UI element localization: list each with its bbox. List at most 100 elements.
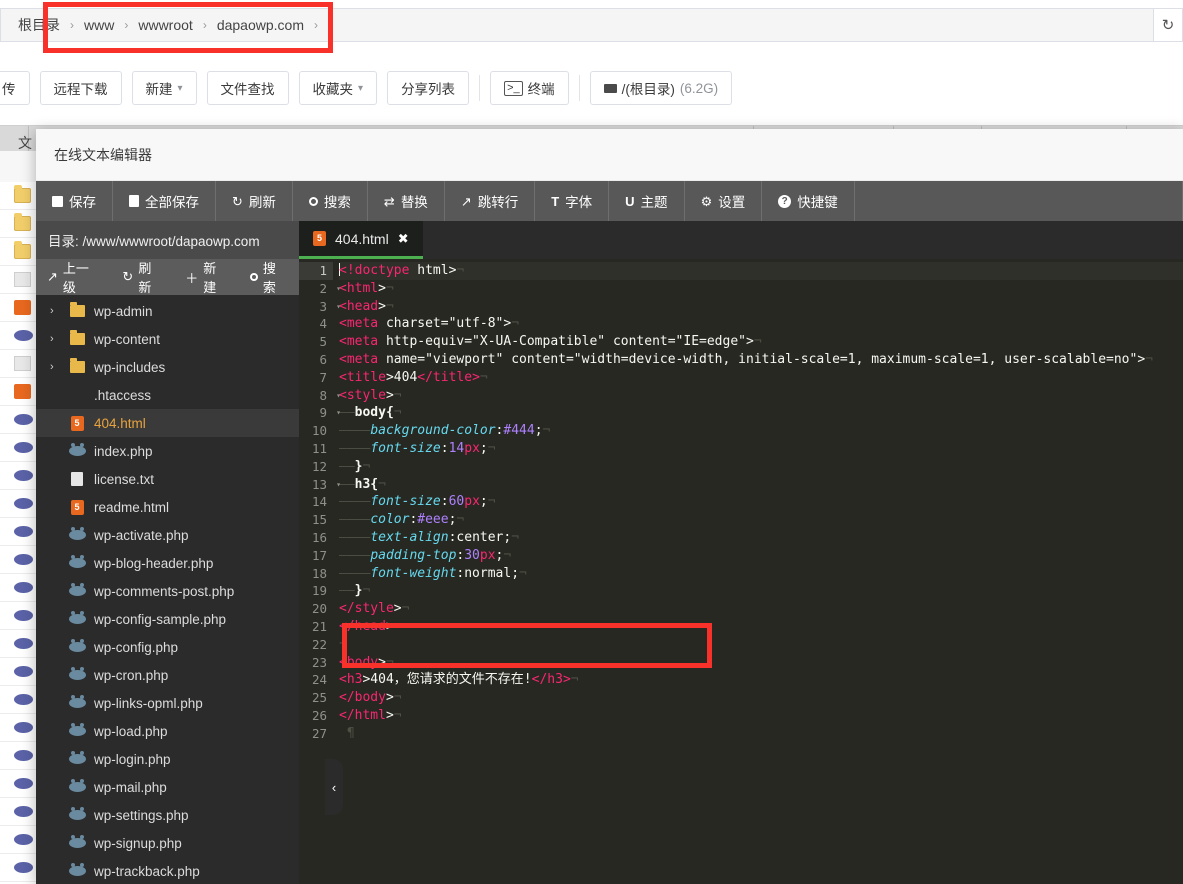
tree-item-label: wp-trackback.php bbox=[94, 863, 200, 879]
close-icon[interactable]: ✖ bbox=[398, 231, 409, 247]
tree-item-wp-settings-php[interactable]: wp-settings.php bbox=[36, 801, 299, 829]
fold-arrow-icon[interactable]: ▾ bbox=[336, 298, 341, 316]
tree-item-wp-login-php[interactable]: wp-login.php bbox=[36, 745, 299, 773]
fold-arrow-icon[interactable]: ▾ bbox=[336, 476, 341, 494]
tree-item-readme-html[interactable]: 5 readme.html bbox=[36, 493, 299, 521]
fold-arrow-icon[interactable]: ▾ bbox=[336, 404, 341, 422]
code-line: ¬ bbox=[339, 636, 1183, 654]
php-icon bbox=[14, 414, 33, 425]
tree-item-wp-comments-post-php[interactable]: wp-comments-post.php bbox=[36, 577, 299, 605]
breadcrumb-item-wwwroot[interactable]: wwwroot bbox=[133, 17, 197, 33]
editor-goto-line-button[interactable]: ↗ 跳转行 bbox=[445, 181, 536, 221]
tree-item-wp-activate-php[interactable]: wp-activate.php bbox=[36, 521, 299, 549]
tree-item-wp-links-opml-php[interactable]: wp-links-opml.php bbox=[36, 689, 299, 717]
editor-theme-button[interactable]: U 主题 bbox=[609, 181, 685, 221]
newline-marker: ¬ bbox=[456, 263, 465, 278]
code-line: <!doctype html>¬ bbox=[339, 262, 1183, 280]
editor-save-all-label: 全部保存 bbox=[145, 195, 199, 210]
tree-up-level-button[interactable]: ↗ 上一级 bbox=[36, 259, 111, 295]
editor-theme-label: 主题 bbox=[640, 195, 668, 210]
share-list-button[interactable]: 分享列表 bbox=[387, 71, 470, 105]
newline-marker: ¬ bbox=[401, 601, 410, 617]
breadcrumb-item-www[interactable]: www bbox=[79, 17, 119, 33]
chevron-right-icon[interactable]: › bbox=[50, 333, 60, 345]
tree-item-wp-config-php[interactable]: wp-config.php bbox=[36, 633, 299, 661]
editor-font-button[interactable]: T 字体 bbox=[535, 181, 610, 221]
editor-save-all-button[interactable]: 全部保存 bbox=[113, 181, 216, 221]
php-icon bbox=[14, 862, 33, 873]
breadcrumb-root[interactable]: 根目录 bbox=[13, 15, 65, 35]
editor-replace-button[interactable]: ⇄ 替换 bbox=[368, 181, 445, 221]
tree-item-wp-config-sample-php[interactable]: wp-config-sample.php bbox=[36, 605, 299, 633]
file-tree: › wp-admin › wp-content › wp-includes .htacces… bbox=[36, 295, 299, 884]
editor-settings-button[interactable]: ⚙ 设置 bbox=[685, 181, 763, 221]
editor-refresh-button[interactable]: ↻ 刷新 bbox=[216, 181, 293, 221]
tree-item-wp-mail-php[interactable]: wp-mail.php bbox=[36, 773, 299, 801]
tree-refresh-button[interactable]: ↻ 刷新 bbox=[111, 259, 174, 295]
tree-item-wp-trackback-php[interactable]: wp-trackback.php bbox=[36, 857, 299, 884]
line-number: 5 bbox=[319, 334, 327, 350]
newline-marker: ¬ bbox=[503, 547, 512, 563]
fold-arrow-icon[interactable]: ▾ bbox=[336, 387, 341, 405]
line-number: 15 bbox=[311, 512, 327, 528]
tree-item-wp-cron-php[interactable]: wp-cron.php bbox=[36, 661, 299, 689]
php-icon bbox=[14, 442, 33, 453]
disk-root-button[interactable]: /(根目录) (6.2G) bbox=[589, 71, 733, 105]
php-icon bbox=[68, 555, 86, 568]
line-number: 24 bbox=[311, 672, 327, 688]
editor-shortcuts-button[interactable]: ? 快捷键 bbox=[762, 181, 855, 221]
line-number: 13 ▾ bbox=[311, 476, 341, 492]
tree-item-license-txt[interactable]: license.txt bbox=[36, 465, 299, 493]
tree-item-index-php[interactable]: index.php bbox=[36, 437, 299, 465]
tree-item--htaccess[interactable]: .htaccess bbox=[36, 381, 299, 409]
html5-icon: 5 bbox=[313, 231, 326, 246]
tree-item-404-html[interactable]: 5 404.html bbox=[36, 409, 299, 437]
html5-icon: 5 bbox=[70, 415, 84, 431]
code-line: <meta http-equiv="X-UA-Compatible" conte… bbox=[339, 334, 762, 350]
breadcrumb-item-dapaowp[interactable]: dapaowp.com bbox=[212, 17, 309, 33]
newline-marker: ¬ bbox=[487, 494, 496, 510]
line-number: 21 bbox=[311, 618, 327, 634]
new-button[interactable]: 新建 ▾ bbox=[131, 71, 197, 105]
text-file-icon bbox=[14, 356, 31, 371]
terminal-button[interactable]: >_ 终端 bbox=[490, 71, 569, 105]
breadcrumb[interactable]: 根目录 › www › wwwroot › dapaowp.com › bbox=[0, 8, 1153, 42]
editor-save-button[interactable]: 保存 bbox=[36, 181, 113, 221]
code-line: <body>¬ bbox=[339, 654, 394, 670]
tree-icon-wrap bbox=[68, 583, 86, 596]
tree-item-label: wp-config.php bbox=[94, 639, 179, 655]
tree-item-wp-includes[interactable]: › wp-includes bbox=[36, 353, 299, 381]
tree-item-wp-blog-header-php[interactable]: wp-blog-header.php bbox=[36, 549, 299, 577]
tab-404-html[interactable]: 5 404.html ✖ bbox=[299, 221, 423, 259]
tree-item-label: wp-activate.php bbox=[94, 527, 189, 543]
editor-refresh-label: 刷新 bbox=[248, 195, 276, 210]
file-search-label: 文件查找 bbox=[220, 82, 275, 97]
toolbar-button-partial[interactable]: 传 bbox=[0, 71, 30, 105]
fold-arrow-icon[interactable]: ▾ bbox=[336, 280, 341, 298]
chevron-right-icon[interactable]: › bbox=[50, 305, 60, 317]
line-number: 18 bbox=[311, 565, 327, 581]
editor-search-button[interactable]: 搜索 bbox=[293, 181, 368, 221]
php-icon bbox=[14, 722, 33, 733]
php-icon bbox=[14, 610, 33, 621]
editor-settings-label: 设置 bbox=[718, 195, 746, 210]
file-search-button[interactable]: 文件查找 bbox=[206, 71, 289, 105]
tree-item-label: .htaccess bbox=[94, 387, 152, 403]
code-editor[interactable]: 1 2 ▾ 3 ▾ 4 5 6 7 8 ▾ 9 ▾ 10 11 12 13 ▾ 14 15 16 17 18 19 20 21 22… bbox=[299, 259, 1183, 884]
tree-item-wp-load-php[interactable]: wp-load.php bbox=[36, 717, 299, 745]
refresh-button[interactable]: ↻ bbox=[1153, 8, 1183, 42]
code-content[interactable]: <!doctype html>¬ <html>¬ <head>¬ <meta char… bbox=[333, 259, 1183, 884]
php-icon bbox=[14, 582, 33, 593]
tree-item-wp-content[interactable]: › wp-content bbox=[36, 325, 299, 353]
breadcrumb-bar: 根目录 › www › wwwroot › dapaowp.com › ↻ bbox=[0, 8, 1183, 42]
line-number: 25 bbox=[311, 690, 327, 706]
chevron-right-icon[interactable]: › bbox=[50, 361, 60, 373]
tree-item-wp-admin[interactable]: › wp-admin bbox=[36, 297, 299, 325]
php-icon bbox=[14, 470, 33, 481]
tree-search-button[interactable]: 搜索 bbox=[239, 259, 299, 295]
tree-new-button[interactable]: ＋ 新建 bbox=[174, 259, 239, 295]
tree-item-wp-signup-php[interactable]: wp-signup.php bbox=[36, 829, 299, 857]
pane-collapse-handle[interactable]: ‹ bbox=[325, 759, 343, 815]
remote-download-button[interactable]: 远程下载 bbox=[39, 71, 122, 105]
favorites-button[interactable]: 收藏夹 ▾ bbox=[298, 71, 378, 105]
